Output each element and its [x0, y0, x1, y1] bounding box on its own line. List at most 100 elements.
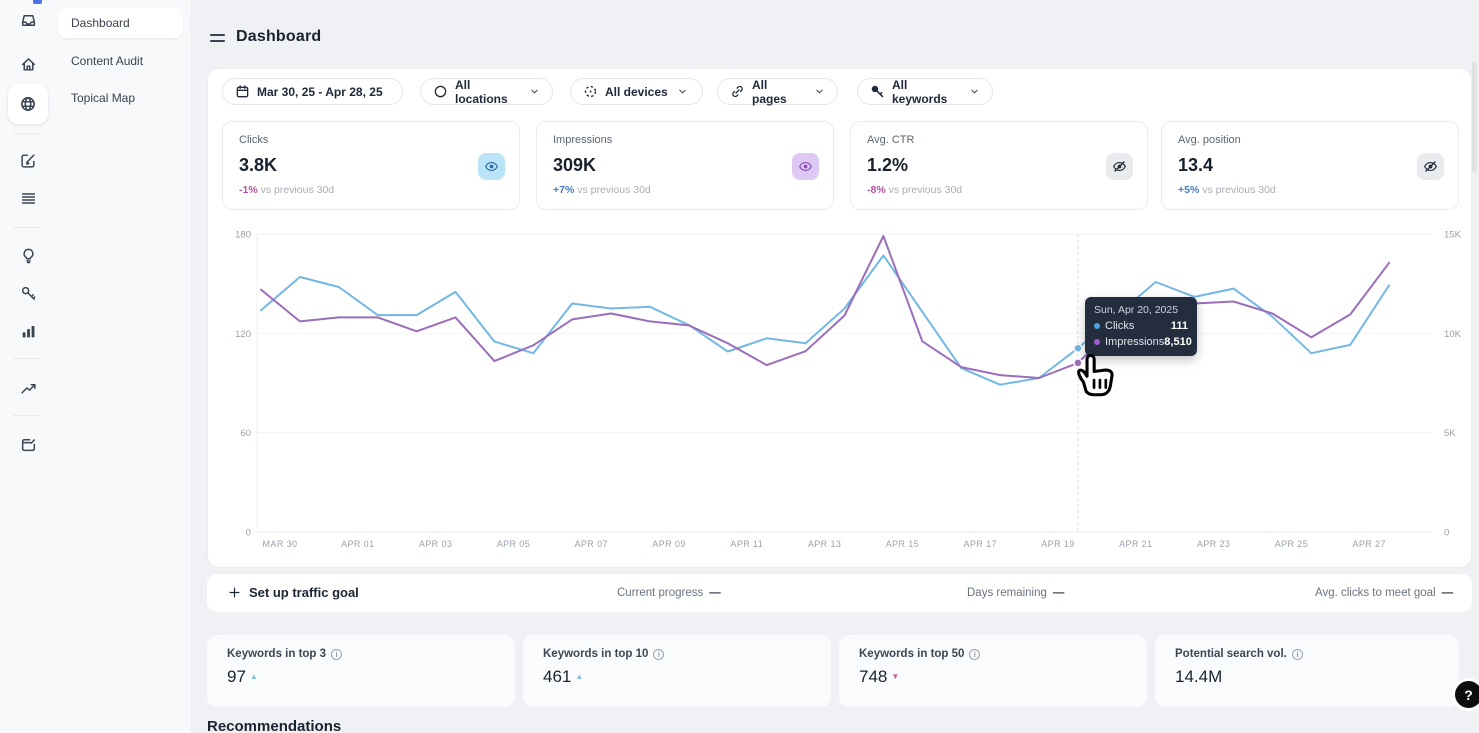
- page-title: Dashboard: [236, 28, 322, 45]
- sidebar-item-site-audit[interactable]: [10, 426, 46, 462]
- kcard-label: Keywords in top 50: [859, 648, 965, 660]
- dashboard-page: Dashboard Content Audit Topical Map Dash…: [0, 0, 1479, 733]
- eye-off-icon: [1423, 159, 1438, 174]
- trend-up-icon: ▲: [249, 672, 258, 681]
- svg-text:APR 19: APR 19: [1041, 539, 1074, 549]
- set-up-traffic-goal-button[interactable]: Set up traffic goal: [228, 585, 359, 600]
- svg-text:180: 180: [235, 230, 251, 241]
- svg-text:5K: 5K: [1444, 428, 1456, 439]
- tooltip-label: Clicks: [1105, 320, 1135, 332]
- bar-chart-icon: [20, 323, 37, 340]
- locations-filter[interactable]: All locations: [420, 78, 553, 106]
- sidebar-divider: [13, 133, 42, 134]
- scrollbar-thumb[interactable]: [1472, 62, 1477, 172]
- list-icon: [20, 190, 37, 207]
- svg-text:APR 09: APR 09: [652, 539, 685, 549]
- date-range-picker[interactable]: Mar 30, 25 - Apr 28, 25: [222, 78, 403, 105]
- tooltip-value: 111: [1170, 320, 1188, 332]
- kcard-label: Keywords in top 3: [227, 648, 327, 660]
- chevron-down-icon: [814, 86, 825, 97]
- sidebar-item-compose[interactable]: [10, 142, 46, 178]
- trend-down-icon: ▼: [891, 672, 900, 681]
- info-icon[interactable]: i: [969, 648, 981, 660]
- metric-label: Avg. position: [1178, 134, 1241, 146]
- pages-filter[interactable]: All pages: [717, 77, 838, 106]
- keywords-top10-card: Keywords in top 10 i 461 ▲: [523, 635, 831, 707]
- goal-current-progress: Current progress —: [617, 587, 721, 599]
- link-icon: [730, 84, 745, 99]
- sidebar-item-topical-map-link[interactable]: Topical Map: [58, 83, 183, 113]
- metric-label: Clicks: [239, 134, 269, 146]
- info-icon[interactable]: i: [331, 648, 343, 660]
- svg-text:0: 0: [1444, 528, 1449, 539]
- metric-delta: -1%: [239, 184, 258, 196]
- goal-cta-label: Set up traffic goal: [249, 585, 359, 600]
- bulb-icon: [20, 247, 37, 264]
- devices-filter[interactable]: All devices: [570, 78, 703, 105]
- plus-icon: [228, 586, 241, 599]
- globe-icon: [19, 95, 37, 113]
- toggle-position-visibility[interactable]: [1417, 153, 1444, 180]
- metric-card-avg-ctr: Avg. CTR 1.2% -8% vs previous 30d: [850, 121, 1148, 210]
- tooltip-label: Impressions: [1105, 336, 1165, 348]
- keywords-top50-card: Keywords in top 50 i 748 ▼: [839, 635, 1147, 707]
- metric-card-impressions: Impressions 309K +7% vs previous 30d: [536, 121, 834, 210]
- chevron-down-icon: [529, 86, 540, 97]
- filter-label: All pages: [752, 77, 787, 106]
- metric-value: 3.8K: [239, 155, 278, 175]
- recommendations-title: Recommendations: [207, 718, 342, 733]
- sidebar-item-list[interactable]: [10, 180, 46, 216]
- eye-off-icon: [1112, 159, 1127, 174]
- toggle-ctr-visibility[interactable]: [1106, 153, 1133, 180]
- toggle-clicks-visibility[interactable]: [478, 153, 505, 180]
- metric-delta: +5%: [1178, 184, 1200, 196]
- help-button[interactable]: ?: [1452, 678, 1479, 711]
- svg-text:120: 120: [235, 329, 251, 340]
- potential-search-vol-card: Potential search vol. i 14.4M: [1155, 635, 1459, 707]
- sidebar-item-keywords[interactable]: [10, 275, 46, 311]
- browser-edit-icon: [20, 436, 37, 453]
- globe-contrast-icon: [433, 84, 448, 99]
- kcard-value: 97: [227, 667, 246, 686]
- sidebar-item-home[interactable]: [10, 46, 46, 82]
- svg-text:APR 27: APR 27: [1352, 539, 1385, 549]
- sidebar-item-analytics[interactable]: [10, 313, 46, 349]
- home-icon: [20, 56, 37, 73]
- sidebar-item-dashboard[interactable]: Dashboard: [58, 8, 183, 38]
- toggle-impressions-visibility[interactable]: [792, 153, 819, 180]
- sidebar-item-growth[interactable]: [10, 370, 46, 406]
- kcard-value: 748: [859, 667, 888, 686]
- sidebar-item-inbox[interactable]: [10, 2, 46, 38]
- info-icon[interactable]: i: [1291, 648, 1303, 660]
- inbox-icon: [20, 12, 37, 29]
- menu-toggle-icon[interactable]: [210, 33, 225, 43]
- chevron-down-icon: [969, 86, 980, 97]
- svg-text:15K: 15K: [1444, 230, 1462, 241]
- traffic-chart-svg[interactable]: 180 15K 120 10K 60 5K 0 0 MAR 30 APR 01 APR 03 APR …: [207, 225, 1465, 555]
- subnav-label: Dashboard: [71, 16, 130, 30]
- devices-icon: [583, 84, 598, 99]
- chart-tooltip: Sun, Apr 20, 2025 Clicks 111 Impressions…: [1085, 297, 1197, 356]
- metric-value: 13.4: [1178, 155, 1214, 175]
- trend-up-icon: ▲: [575, 672, 584, 681]
- sidebar-item-topical-map[interactable]: [8, 84, 48, 124]
- metric-value: 309K: [553, 155, 597, 175]
- keywords-top3-card: Keywords in top 3 i 97 ▲: [207, 635, 515, 707]
- date-range-label: Mar 30, 25 - Apr 28, 25: [257, 84, 383, 99]
- keywords-filter[interactable]: All keywords: [857, 78, 993, 106]
- chevron-down-icon: [677, 86, 688, 97]
- svg-text:APR 03: APR 03: [419, 539, 452, 549]
- compose-icon: [20, 152, 37, 169]
- kcard-label: Keywords in top 10: [543, 648, 649, 660]
- metric-delta: -8%: [867, 184, 886, 196]
- sidebar-item-ideas[interactable]: [10, 237, 46, 273]
- metric-delta: +7%: [553, 184, 575, 196]
- metric-value: 1.2%: [867, 155, 909, 175]
- metric-label: Avg. CTR: [867, 134, 915, 146]
- info-icon[interactable]: i: [653, 648, 665, 660]
- metric-note: vs previous 30d: [1202, 184, 1276, 196]
- subnav-label: Content Audit: [71, 54, 144, 68]
- tooltip-row-clicks: Clicks 111: [1094, 320, 1188, 332]
- sidebar-item-content-audit[interactable]: Content Audit: [58, 46, 183, 76]
- metric-card-avg-position: Avg. position 13.4 +5% vs previous 30d: [1161, 121, 1459, 210]
